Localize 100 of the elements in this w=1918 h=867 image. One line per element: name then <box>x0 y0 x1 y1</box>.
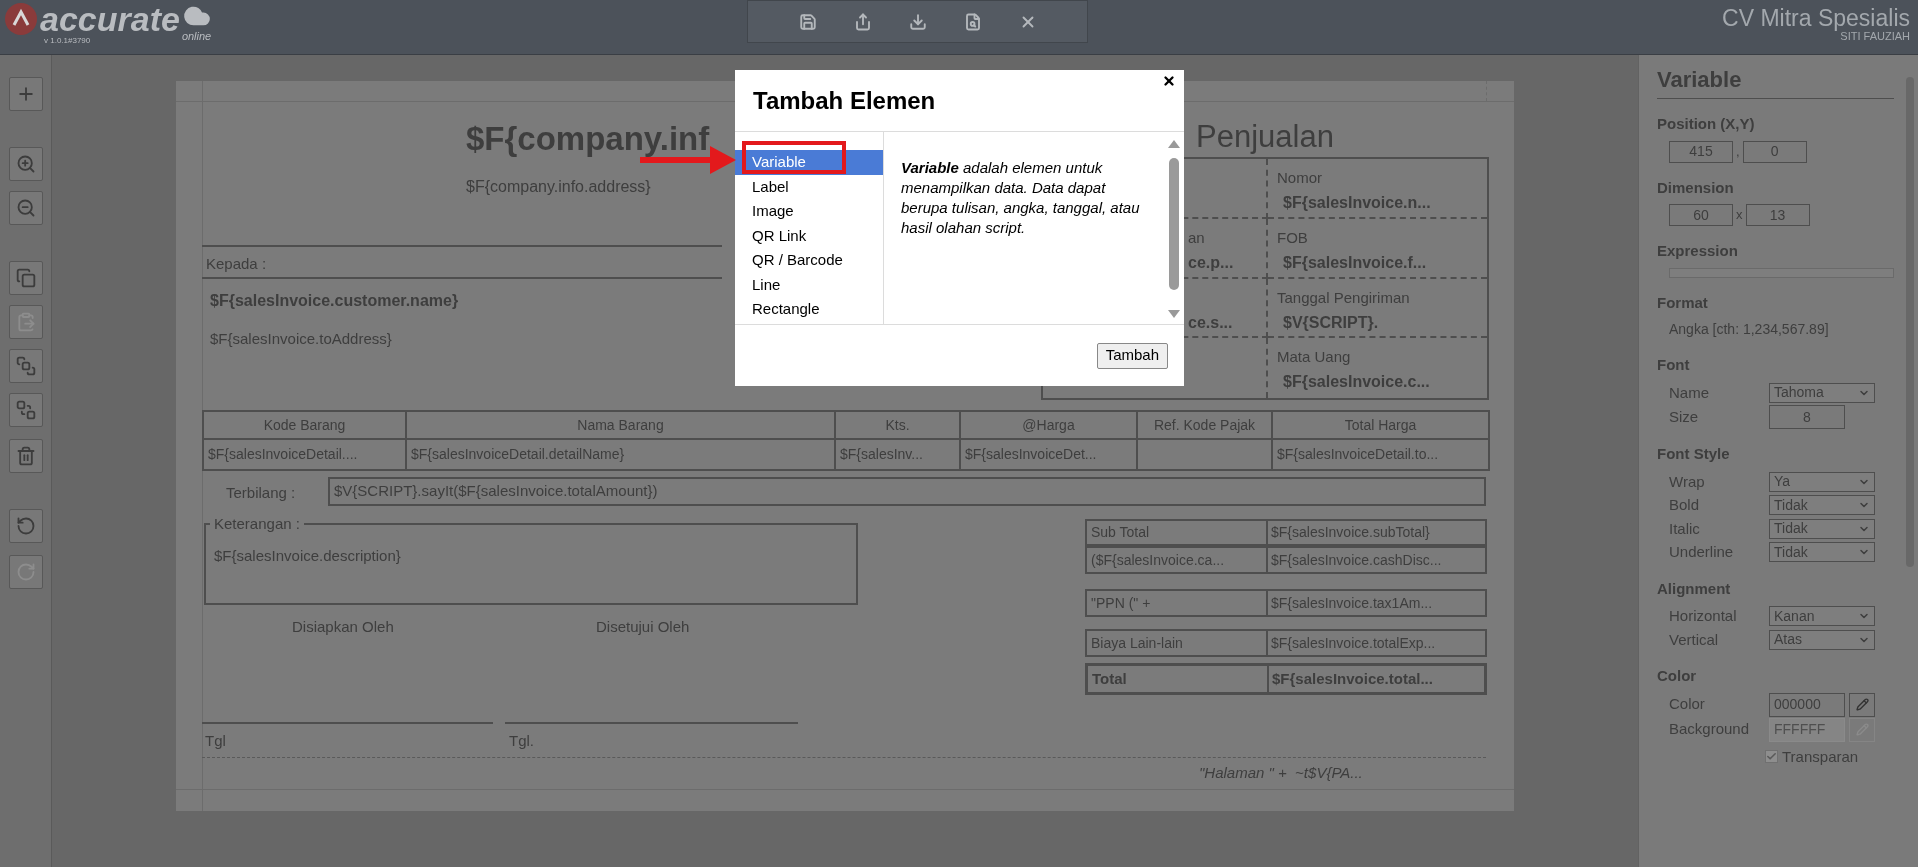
element-type-item[interactable]: Line <box>735 272 883 297</box>
terbilang-field: $V{SCRIPT}.sayIt($F{salesInvoice.totalAmount}) <box>328 477 1486 506</box>
property-label: Size <box>1669 406 1700 427</box>
number-field[interactable]: 415 <box>1669 140 1733 163</box>
report-title: Penjualan <box>1196 118 1334 156</box>
zoom-in-button[interactable] <box>8 147 43 181</box>
color-picker-button[interactable] <box>1849 717 1875 742</box>
element-description: Variable adalah elemen untuk menampilkan data. Data dapat berupa tulisan, angka, tanggal, atau hasil olahan script. <box>901 158 1141 238</box>
separator-text: x <box>1736 206 1743 225</box>
table-cell: $F{salesInvoiceDet... <box>959 440 1136 469</box>
user-name: SITI FAUZIAH <box>1840 30 1910 42</box>
column-header: Total Harga <box>1271 412 1488 438</box>
separator-text: , <box>1736 142 1740 161</box>
column-header: @Harga <box>959 412 1136 438</box>
section-heading: Dimension <box>1657 177 1735 198</box>
company-address-field: $F{company.info.address} <box>466 175 651 199</box>
info-label: Nomor <box>1277 168 1322 188</box>
undo-button[interactable] <box>8 509 43 543</box>
property-label: Underline <box>1669 542 1735 562</box>
bring-to-front-button[interactable] <box>8 349 43 383</box>
select-field[interactable]: Tidak <box>1769 518 1875 539</box>
color-field[interactable]: 000000 <box>1769 692 1845 717</box>
info-label: FOB <box>1277 227 1308 248</box>
trash-icon <box>15 446 36 466</box>
property-label: Name <box>1669 382 1710 403</box>
info-value: $F{salesInvoice.f... <box>1283 252 1427 273</box>
section-heading: Format <box>1657 292 1709 313</box>
send-to-back-button[interactable] <box>8 393 43 427</box>
plus-button[interactable] <box>8 77 43 111</box>
totals-value: $F{salesInvoice.subTotal} <box>1270 523 1431 542</box>
version-text: v 1.0.1#3790 <box>43 36 92 46</box>
checkbox[interactable] <box>1765 750 1778 764</box>
select-field[interactable]: Tidak <box>1769 495 1875 516</box>
logo-icon <box>4 2 38 36</box>
number-field[interactable]: 0 <box>1742 140 1807 163</box>
info-value: ce.p... <box>1188 252 1234 273</box>
scroll-up-icon[interactable] <box>1168 140 1180 148</box>
pencil-icon <box>1855 698 1869 711</box>
color-picker-button[interactable] <box>1849 692 1875 717</box>
to-label: Kepada : <box>206 254 267 274</box>
add-button[interactable]: Tambah <box>1096 342 1168 369</box>
document-search-button[interactable] <box>963 12 982 31</box>
section-heading: Expression <box>1657 241 1739 261</box>
trash-button[interactable] <box>8 439 43 473</box>
signature-label: Disetujui Oleh <box>596 617 690 637</box>
export-icon <box>853 12 872 31</box>
property-label: Bold <box>1669 495 1701 515</box>
column-header: Kts. <box>834 412 959 438</box>
copy-icon <box>15 268 36 288</box>
table-cell: $F{salesInvoiceDetail.detailName} <box>405 440 834 469</box>
close-button[interactable] <box>1162 74 1176 88</box>
column-header: Nama Barang <box>405 412 834 438</box>
size-field[interactable]: 8 <box>1769 405 1845 429</box>
column-header: Kode Barang <box>262 415 347 435</box>
zoom-out-icon <box>15 198 36 218</box>
totals-label: ($F{salesInvoice.ca... <box>1087 548 1268 572</box>
select-field[interactable]: Tidak <box>1769 542 1875 563</box>
panel-title: Variable <box>1657 63 1894 99</box>
info-label: Tanggal Pengiriman <box>1277 287 1410 308</box>
logo-subtitle: online <box>181 30 212 42</box>
zoom-out-button[interactable] <box>8 191 43 225</box>
table-cell: $F{salesInv... <box>834 440 959 469</box>
date-label: Tgl. <box>509 731 534 751</box>
checkbox-label: Transparan <box>1782 746 1859 767</box>
download-button[interactable] <box>908 12 927 31</box>
terbilang-label: Terbilang : <box>226 483 296 503</box>
signature-label: Disiapkan Oleh <box>292 617 394 637</box>
totals-value: $F{salesInvoice.total... <box>1271 668 1434 689</box>
element-type-item[interactable]: Label <box>735 174 883 199</box>
element-type-item[interactable]: Rectangle <box>735 297 883 322</box>
number-field[interactable]: 13 <box>1745 204 1810 226</box>
select-field[interactable]: Ya <box>1769 471 1875 492</box>
company-name-field: $F{company.inf <box>466 119 710 159</box>
bring-to-front-icon <box>15 356 36 376</box>
save-button[interactable] <box>798 12 817 31</box>
info-label: Mata Uang <box>1277 347 1351 368</box>
select-field[interactable]: Atas <box>1769 629 1875 650</box>
element-type-item[interactable]: QR Link <box>735 223 883 248</box>
section-heading: Alignment <box>1657 578 1732 599</box>
zoom-in-icon <box>15 154 36 174</box>
info-label: an <box>1188 227 1205 248</box>
scrollbar[interactable] <box>1169 158 1179 290</box>
number-field[interactable]: 60 <box>1669 204 1733 226</box>
property-label: Vertical <box>1669 629 1720 650</box>
property-label: Wrap <box>1669 471 1706 492</box>
notes-field: $F{salesInvoice.description} <box>214 545 401 568</box>
section-heading: Font Style <box>1657 444 1731 464</box>
copy-button[interactable] <box>8 261 43 295</box>
property-label: Horizontal <box>1669 606 1738 626</box>
section-heading: Position (X,Y) <box>1657 114 1756 134</box>
totals-label: Sub Total <box>1087 521 1268 544</box>
element-type-item[interactable]: Image <box>735 199 883 224</box>
element-type-item[interactable]: QR / Barcode <box>735 248 883 273</box>
export-button[interactable] <box>853 12 872 31</box>
document-search-icon <box>963 12 982 31</box>
send-to-back-icon <box>15 400 36 420</box>
scroll-down-icon[interactable] <box>1168 310 1180 318</box>
select-field[interactable]: Tahoma <box>1769 382 1875 403</box>
select-field[interactable]: Kanan <box>1769 606 1875 627</box>
column-header: Ref. Kode Pajak <box>1136 412 1271 438</box>
